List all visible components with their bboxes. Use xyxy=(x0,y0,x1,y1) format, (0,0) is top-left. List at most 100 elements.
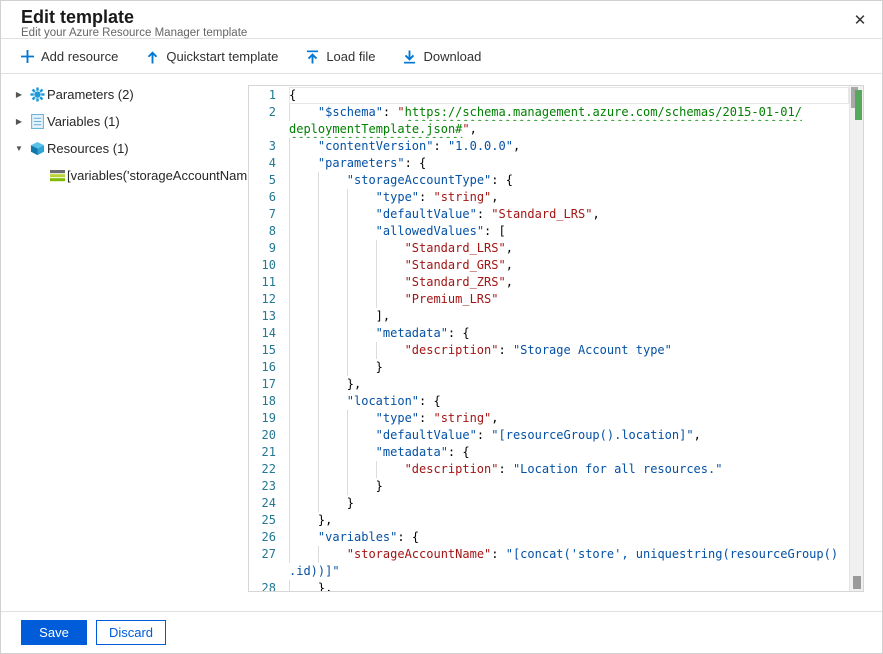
line-number: 2 xyxy=(249,104,289,121)
indent-guide xyxy=(289,206,318,223)
toolbar-button-add-resource[interactable]: Add resource xyxy=(21,49,118,64)
indent-guide xyxy=(289,546,318,563)
storage-icon xyxy=(47,170,67,182)
code-line-12[interactable]: 12"Premium_LRS" xyxy=(249,291,849,308)
code-line-3[interactable]: 3"contentVersion": "1.0.0.0", xyxy=(249,138,849,155)
code-line-2[interactable]: 2"$schema": "https://schema.management.a… xyxy=(249,104,849,121)
indent-guide xyxy=(318,223,347,240)
code-line-6[interactable]: 6"type": "string", xyxy=(249,189,849,206)
code-line-13[interactable]: 13], xyxy=(249,308,849,325)
tree-item-variables[interactable]: ▶ Variables (1) xyxy=(1,108,247,135)
code-line-wrap[interactable]: .id))]" xyxy=(249,563,849,580)
code-line-5[interactable]: 5"storageAccountType": { xyxy=(249,172,849,189)
indent-guide xyxy=(318,308,347,325)
indent-guide xyxy=(289,325,318,342)
indent-guide xyxy=(289,342,318,359)
code-line-10[interactable]: 10"Standard_GRS", xyxy=(249,257,849,274)
code-text: "Standard_LRS", xyxy=(289,240,849,257)
indent-guide xyxy=(318,427,347,444)
tree-item-variablesstorageaccountnam[interactable]: [variables('storageAccountNam... xyxy=(1,162,247,189)
code-text: "defaultValue": "Standard_LRS", xyxy=(289,206,849,223)
code-line-7[interactable]: 7"defaultValue": "Standard_LRS", xyxy=(249,206,849,223)
code-line-14[interactable]: 14"metadata": { xyxy=(249,325,849,342)
indent-guide xyxy=(347,274,376,291)
tree-item-label: [variables('storageAccountNam... xyxy=(67,168,247,183)
tree-item-parameters[interactable]: ▶ Parameters (2) xyxy=(1,81,247,108)
page-title: Edit template xyxy=(21,7,134,28)
code-text: } xyxy=(289,359,849,376)
indent-guide xyxy=(376,291,405,308)
toolbar-button-download[interactable]: Download xyxy=(403,49,481,64)
tree-item-resources[interactable]: ▼Resources (1) xyxy=(1,135,247,162)
code-line-17[interactable]: 17}, xyxy=(249,376,849,393)
line-number: 7 xyxy=(249,206,289,223)
code-text: "metadata": { xyxy=(289,444,849,461)
line-number: 25 xyxy=(249,512,289,529)
page-subtitle: Edit your Azure Resource Manager templat… xyxy=(21,27,247,39)
code-line-9[interactable]: 9"Standard_LRS", xyxy=(249,240,849,257)
indent-guide xyxy=(376,274,405,291)
line-number: 10 xyxy=(249,257,289,274)
code-line-wrap[interactable]: deploymentTemplate.json#", xyxy=(249,121,849,138)
chevron-right-icon[interactable]: ▶ xyxy=(11,90,27,99)
tree-item-label: Parameters (2) xyxy=(47,87,134,102)
download-icon xyxy=(403,50,416,64)
toolbar-button-load-file[interactable]: Load file xyxy=(306,49,375,64)
code-line-15[interactable]: 15"description": "Storage Account type" xyxy=(249,342,849,359)
vertical-scrollbar[interactable] xyxy=(849,86,863,591)
code-line-25[interactable]: 25}, xyxy=(249,512,849,529)
line-number: 16 xyxy=(249,359,289,376)
code-text: "Premium_LRS" xyxy=(289,291,849,308)
indent-guide xyxy=(347,478,376,495)
indent-guide xyxy=(289,461,318,478)
indent-guide xyxy=(318,410,347,427)
line-number: 5 xyxy=(249,172,289,189)
code-text: .id))]" xyxy=(289,563,849,580)
toolbar-button-quickstart-template[interactable]: Quickstart template xyxy=(146,49,278,64)
code-line-16[interactable]: 16} xyxy=(249,359,849,376)
chevron-down-icon[interactable]: ▼ xyxy=(11,144,27,153)
code-line-23[interactable]: 23} xyxy=(249,478,849,495)
code-line-26[interactable]: 26"variables": { xyxy=(249,529,849,546)
tree-item-label: Variables (1) xyxy=(47,114,120,129)
code-text: } xyxy=(289,495,849,512)
code-line-21[interactable]: 21"metadata": { xyxy=(249,444,849,461)
code-line-18[interactable]: 18"location": { xyxy=(249,393,849,410)
indent-guide xyxy=(289,376,318,393)
indent-guide xyxy=(289,444,318,461)
code-line-8[interactable]: 8"allowedValues": [ xyxy=(249,223,849,240)
horizontal-scrollbar-thumb[interactable] xyxy=(853,576,861,589)
indent-guide xyxy=(289,359,318,376)
indent-guide xyxy=(347,444,376,461)
code-line-11[interactable]: 11"Standard_ZRS", xyxy=(249,274,849,291)
indent-guide xyxy=(376,342,405,359)
code-line-24[interactable]: 24} xyxy=(249,495,849,512)
line-number: 26 xyxy=(249,529,289,546)
code-editor[interactable]: 1{2"$schema": "https://schema.management… xyxy=(248,85,864,592)
code-line-27[interactable]: 27"storageAccountName": "[concat('store'… xyxy=(249,546,849,563)
code-lines: 1{2"$schema": "https://schema.management… xyxy=(249,87,849,592)
indent-guide xyxy=(347,189,376,206)
discard-button[interactable]: Discard xyxy=(96,620,166,645)
code-line-1[interactable]: 1{ xyxy=(249,87,849,104)
code-line-19[interactable]: 19"type": "string", xyxy=(249,410,849,427)
toolbar-button-label: Quickstart template xyxy=(166,49,278,64)
indent-guide xyxy=(318,376,347,393)
save-button[interactable]: Save xyxy=(21,620,87,645)
line-number: 23 xyxy=(249,478,289,495)
line-number: 19 xyxy=(249,410,289,427)
code-text: "description": "Storage Account type" xyxy=(289,342,849,359)
code-line-20[interactable]: 20"defaultValue": "[resourceGroup().loca… xyxy=(249,427,849,444)
indent-guide xyxy=(347,223,376,240)
code-text: "$schema": "https://schema.management.az… xyxy=(289,104,849,121)
close-icon[interactable]: ✕ xyxy=(850,11,870,31)
chevron-right-icon[interactable]: ▶ xyxy=(11,117,27,126)
indent-guide xyxy=(318,495,347,512)
line-number xyxy=(249,121,289,138)
indent-guide xyxy=(289,274,318,291)
line-number: 17 xyxy=(249,376,289,393)
indent-guide xyxy=(318,206,347,223)
code-line-28[interactable]: 28}, xyxy=(249,580,849,592)
code-line-4[interactable]: 4"parameters": { xyxy=(249,155,849,172)
code-line-22[interactable]: 22"description": "Location for all resou… xyxy=(249,461,849,478)
